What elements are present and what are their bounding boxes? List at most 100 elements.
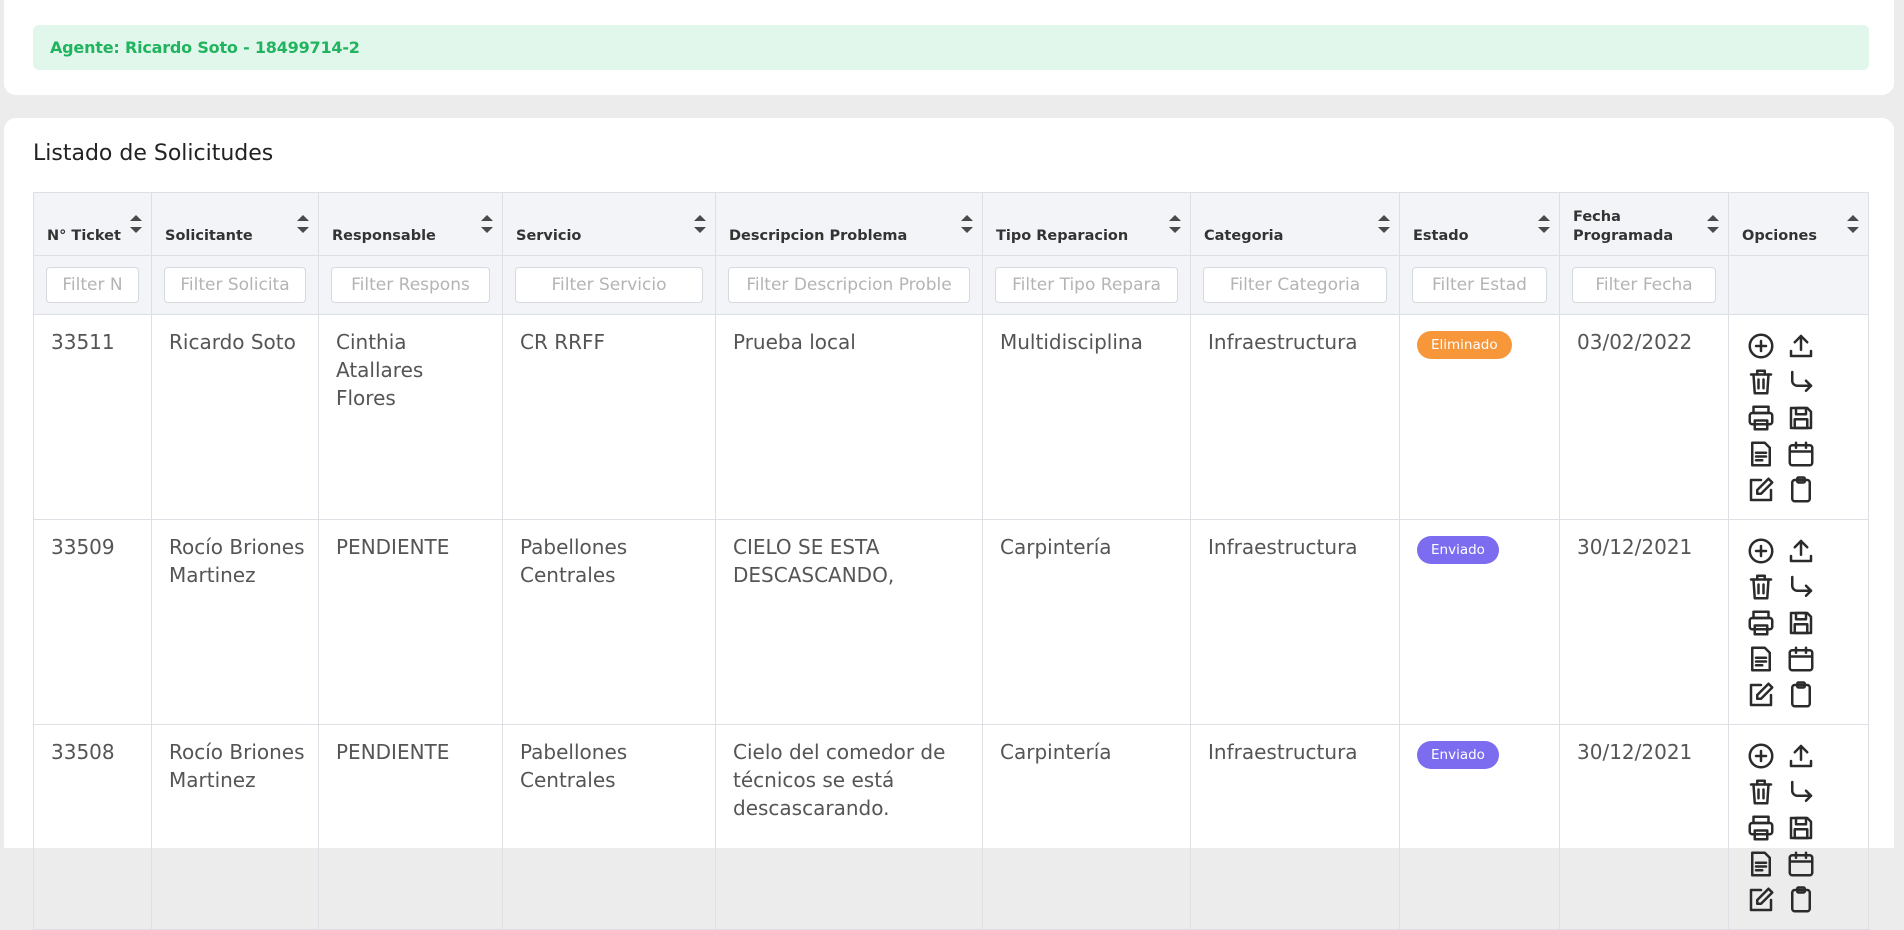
column-header-label: Responsable: [332, 228, 436, 244]
filter-cell: [502, 255, 716, 315]
cell-ticket: 33508: [33, 724, 152, 930]
document-icon[interactable]: [1746, 439, 1780, 475]
edit-icon[interactable]: [1746, 680, 1780, 716]
column-header[interactable]: Responsable: [318, 192, 503, 256]
filter-cell: [1559, 255, 1729, 315]
column-header[interactable]: Estado: [1399, 192, 1560, 256]
save-icon[interactable]: [1786, 403, 1820, 439]
sort-icon[interactable]: [693, 215, 706, 233]
filter-input[interactable]: [728, 267, 970, 303]
cell-responsable: PENDIENTE: [318, 519, 503, 725]
cell-estado: Enviado: [1399, 519, 1560, 725]
forward-arrow-icon[interactable]: [1786, 572, 1820, 608]
filter-input[interactable]: [515, 267, 703, 303]
cell-fecha: 30/12/2021: [1559, 519, 1729, 725]
filter-input[interactable]: [1412, 267, 1547, 303]
sort-icon[interactable]: [480, 215, 493, 233]
filter-input[interactable]: [164, 267, 306, 303]
calendar-icon[interactable]: [1786, 644, 1820, 680]
edit-icon[interactable]: [1746, 885, 1780, 921]
table-row: 33509 Rocío Briones Martinez PENDIENTE Pabe…: [33, 519, 1869, 725]
calendar-icon[interactable]: [1786, 439, 1820, 475]
column-header[interactable]: Servicio: [502, 192, 716, 256]
column-header[interactable]: Fecha Programada: [1559, 192, 1729, 256]
sort-icon[interactable]: [296, 215, 309, 233]
trash-icon[interactable]: [1746, 367, 1780, 403]
cell-categoria: Infraestructura: [1190, 314, 1400, 520]
sort-icon[interactable]: [960, 215, 973, 233]
table-row: 33508 Rocío Briones Martinez PENDIENTE Pabe…: [33, 724, 1869, 930]
column-header[interactable]: Tipo Reparacion: [982, 192, 1191, 256]
list-title: Listado de Solicitudes: [33, 141, 274, 166]
clipboard-icon[interactable]: [1786, 885, 1820, 921]
forward-arrow-icon[interactable]: [1786, 367, 1820, 403]
filter-input[interactable]: [1572, 267, 1716, 303]
column-header-label: Servicio: [516, 228, 582, 244]
save-icon[interactable]: [1786, 813, 1820, 849]
cell-responsable: Cinthia Atallares Flores: [318, 314, 503, 520]
filter-input[interactable]: [46, 267, 139, 303]
cell-solicitante: Rocío Briones Martinez: [151, 724, 319, 930]
cell-solicitante: Rocío Briones Martinez: [151, 519, 319, 725]
printer-icon[interactable]: [1746, 608, 1780, 644]
agent-card: Agente: Ricardo Soto - 18499714-2: [4, 0, 1894, 95]
filter-cell: [1399, 255, 1560, 315]
sort-icon[interactable]: [129, 215, 142, 233]
trash-icon[interactable]: [1746, 572, 1780, 608]
row-actions: [1746, 738, 1855, 921]
forward-arrow-icon[interactable]: [1786, 777, 1820, 813]
cell-estado: Enviado: [1399, 724, 1560, 930]
column-header-label: N° Ticket: [47, 228, 121, 244]
sort-icon[interactable]: [1706, 215, 1719, 233]
upload-icon[interactable]: [1786, 741, 1820, 777]
status-badge: Eliminado: [1417, 331, 1512, 359]
sort-icon[interactable]: [1846, 215, 1859, 233]
printer-icon[interactable]: [1746, 813, 1780, 849]
column-header-label: Opciones: [1742, 228, 1818, 244]
printer-icon[interactable]: [1746, 403, 1780, 439]
cell-estado: Eliminado: [1399, 314, 1560, 520]
cell-categoria: Infraestructura: [1190, 724, 1400, 930]
filter-cell: [33, 255, 152, 315]
cell-ticket: 33511: [33, 314, 152, 520]
filter-cell: [715, 255, 983, 315]
status-badge: Enviado: [1417, 741, 1499, 769]
column-header[interactable]: N° Ticket: [33, 192, 152, 256]
column-header[interactable]: Opciones: [1728, 192, 1869, 256]
filter-input[interactable]: [331, 267, 490, 303]
upload-icon[interactable]: [1786, 331, 1820, 367]
filter-cell: [1728, 255, 1869, 315]
column-header-label: Tipo Reparacion: [996, 228, 1129, 244]
save-icon[interactable]: [1786, 608, 1820, 644]
filter-cell: [982, 255, 1191, 315]
row-actions: [1746, 328, 1855, 511]
agent-label: Agente: Ricardo Soto - 18499714-2: [50, 38, 360, 57]
edit-icon[interactable]: [1746, 475, 1780, 511]
cell-servicio: Pabellones Centrales: [502, 519, 716, 725]
sort-icon[interactable]: [1537, 215, 1550, 233]
cell-opciones: [1728, 314, 1869, 520]
calendar-icon[interactable]: [1786, 849, 1820, 885]
cell-opciones: [1728, 519, 1869, 725]
column-header[interactable]: Descripcion Problema: [715, 192, 983, 256]
clipboard-icon[interactable]: [1786, 680, 1820, 716]
cell-tipo: Multidisciplina: [982, 314, 1191, 520]
add-circle-icon[interactable]: [1746, 536, 1780, 572]
add-circle-icon[interactable]: [1746, 331, 1780, 367]
status-badge: Enviado: [1417, 536, 1499, 564]
column-header-label: Categoria: [1204, 228, 1284, 244]
document-icon[interactable]: [1746, 644, 1780, 680]
cell-servicio: Pabellones Centrales: [502, 724, 716, 930]
trash-icon[interactable]: [1746, 777, 1780, 813]
sort-icon[interactable]: [1168, 215, 1181, 233]
sort-icon[interactable]: [1377, 215, 1390, 233]
document-icon[interactable]: [1746, 849, 1780, 885]
column-header[interactable]: Categoria: [1190, 192, 1400, 256]
column-header[interactable]: Solicitante: [151, 192, 319, 256]
filter-input[interactable]: [1203, 267, 1387, 303]
row-actions: [1746, 533, 1855, 716]
add-circle-icon[interactable]: [1746, 741, 1780, 777]
upload-icon[interactable]: [1786, 536, 1820, 572]
filter-input[interactable]: [995, 267, 1178, 303]
clipboard-icon[interactable]: [1786, 475, 1820, 511]
